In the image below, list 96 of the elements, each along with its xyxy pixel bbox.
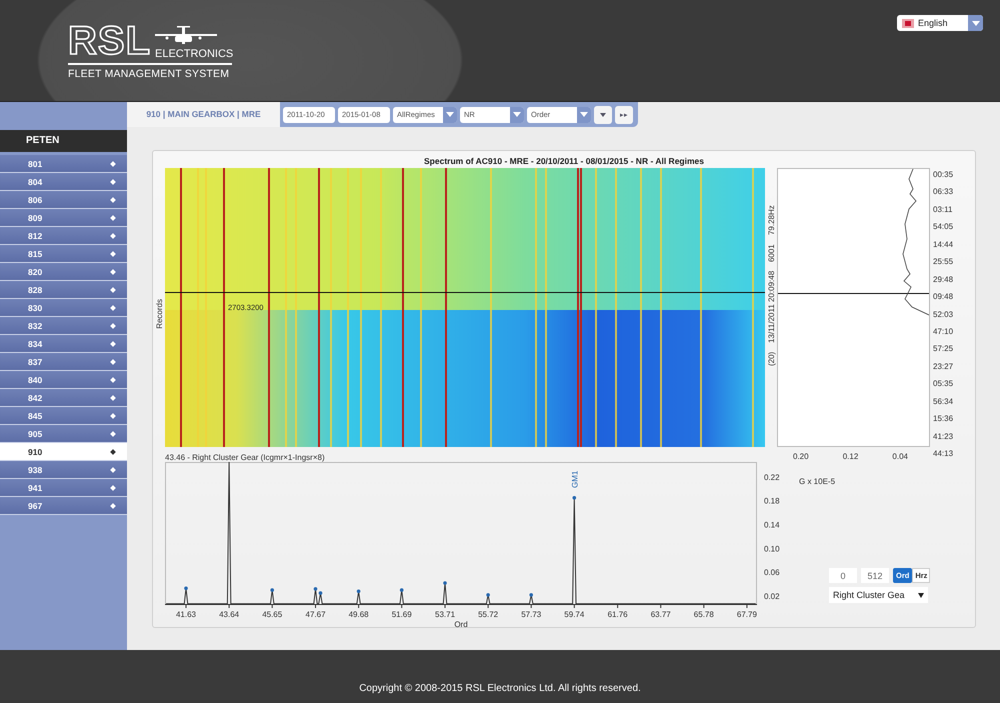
tick-label: 45.65 — [262, 610, 282, 619]
tick-label: 0.02 — [764, 592, 780, 602]
tick-label: 65.78 — [694, 610, 714, 619]
copyright-text: Copyright © 2008-2015 RSL Electronics Ltd. All rights reserved. — [359, 683, 641, 694]
sidebar-item[interactable]: 809 — [0, 209, 127, 227]
tick-label: 0.18 — [764, 496, 780, 506]
flag-icon — [902, 18, 914, 28]
tick-label: 49.68 — [348, 610, 369, 619]
tick-label: 0.04 — [892, 452, 908, 460]
tick-label: 51.69 — [392, 610, 412, 619]
peak-annotation: GM1 — [570, 470, 580, 488]
caret-down-icon — [446, 112, 454, 117]
time-label: 05:35 — [933, 378, 954, 390]
data-point — [529, 593, 533, 597]
sidebar-item[interactable]: 804 — [0, 173, 127, 191]
time-label: 41:23 — [933, 430, 954, 442]
language-select[interactable]: English — [897, 15, 983, 31]
tick-label: 0.20 — [793, 452, 809, 460]
time-label: 03:11 — [933, 204, 954, 215]
sidebar-item[interactable]: 806 — [0, 191, 127, 209]
sidebar-item[interactable]: 845 — [0, 407, 127, 425]
time-label: 00:35 — [933, 169, 954, 180]
sidebar-item[interactable]: 905 — [0, 425, 127, 443]
tick-label: 0.22 — [764, 472, 780, 482]
sidebar-item[interactable]: 801 — [0, 155, 127, 173]
cursor-info: 13/11/2011 20:09:48 — [766, 270, 776, 343]
sidebar-item[interactable]: 830 — [0, 299, 127, 317]
time-label: 23:27 — [933, 360, 954, 372]
sidebar-item[interactable]: 815 — [0, 245, 127, 263]
unit-label: G x 10E-5 — [799, 477, 836, 486]
sidebar-item[interactable]: 834 — [0, 335, 127, 353]
data-point — [356, 590, 360, 594]
dropdown-button[interactable] — [594, 106, 612, 124]
time-label: 29:48 — [933, 274, 954, 285]
tick-label: 55.72 — [478, 610, 498, 619]
caret-down-icon — [918, 592, 924, 598]
caret-down-icon — [972, 20, 980, 26]
sidebar-item[interactable]: 941 — [0, 479, 127, 497]
time-label: 56:34 — [933, 396, 954, 407]
sidebar-item[interactable]: 812 — [0, 227, 127, 245]
logo-subtitle: ELECTRONICS — [155, 48, 234, 60]
time-label: 44:13 — [933, 448, 954, 459]
cursor-info: 6001 — [766, 244, 776, 262]
time-label: 47:10 — [933, 326, 954, 337]
tick-label: 67.79 — [736, 610, 757, 619]
tick-label: 0.06 — [764, 568, 780, 578]
tab[interactable]: 910 | MAIN GEARBOX | MRE — [127, 102, 280, 127]
sidebar-item[interactable]: 840 — [0, 371, 127, 389]
sidebar-item[interactable]: 842 — [0, 389, 127, 407]
sidebar-item[interactable]: 837 — [0, 353, 127, 371]
time-label: 54:05 — [933, 221, 954, 232]
sidebar-item[interactable]: 832 — [0, 317, 127, 335]
tick-label: 0.14 — [764, 520, 780, 530]
logo-text: RSL — [68, 22, 151, 60]
range-from-field[interactable]: 0 — [829, 568, 857, 583]
sidebar-item[interactable]: 967 — [0, 497, 127, 515]
data-point — [184, 586, 188, 590]
data-point — [400, 588, 404, 592]
data-point — [270, 588, 274, 592]
cursor-info: (20) — [766, 352, 776, 366]
time-label: 25:55 — [933, 256, 954, 268]
tick-label: 59.74 — [564, 610, 584, 619]
data-point — [486, 593, 490, 597]
chart-title: Spectrum of AC910 - MRE - 20/10/2011 - 08/01/2015 - NR - All Regimes — [423, 155, 705, 168]
time-label: 09:48 — [933, 291, 954, 302]
sidebar-item[interactable]: 910 — [0, 443, 127, 461]
component-select[interactable]: Right Cluster Gea — [829, 587, 928, 603]
sidebar-title: PETEN — [0, 130, 127, 152]
tick-label: 61.76 — [608, 610, 628, 619]
tick-label: 63.77 — [650, 610, 671, 619]
tick-label: 43.64 — [219, 610, 240, 619]
tick-label: 47.67 — [306, 610, 326, 619]
tick-label: 0.10 — [764, 544, 780, 554]
sidebar-item[interactable]: 828 — [0, 281, 127, 299]
time-label: 15:36 — [933, 413, 954, 424]
time-label: 57:25 — [933, 343, 954, 354]
tick-label: 41.63 — [176, 610, 196, 619]
data-point — [443, 581, 447, 585]
tick-label: 0.12 — [842, 452, 858, 460]
tick-label: 53.71 — [435, 610, 456, 619]
caret-down-icon — [513, 112, 521, 117]
data-point — [572, 496, 576, 500]
axis-label: Ord — [454, 620, 468, 628]
spectrum-label: 43.46 - Right Cluster Gear (Icgmr×1-Ingsr×8) — [165, 453, 325, 462]
time-label: 06:33 — [933, 186, 954, 198]
system-name: FLEET MANAGEMENT SYSTEM — [68, 68, 230, 80]
time-label: 52:03 — [933, 308, 954, 320]
range-to-field[interactable]: 512 — [861, 568, 889, 583]
cursor-info: 79.28Hz — [766, 205, 776, 235]
axis-label: Records — [154, 298, 164, 328]
time-label: 14:44 — [933, 238, 954, 250]
caret-down-icon — [600, 112, 606, 116]
sidebar-item[interactable]: 820 — [0, 263, 127, 281]
caret-down-icon — [580, 112, 588, 117]
tick-label: 57.73 — [521, 610, 542, 619]
sidebar-item[interactable]: 938 — [0, 461, 127, 479]
